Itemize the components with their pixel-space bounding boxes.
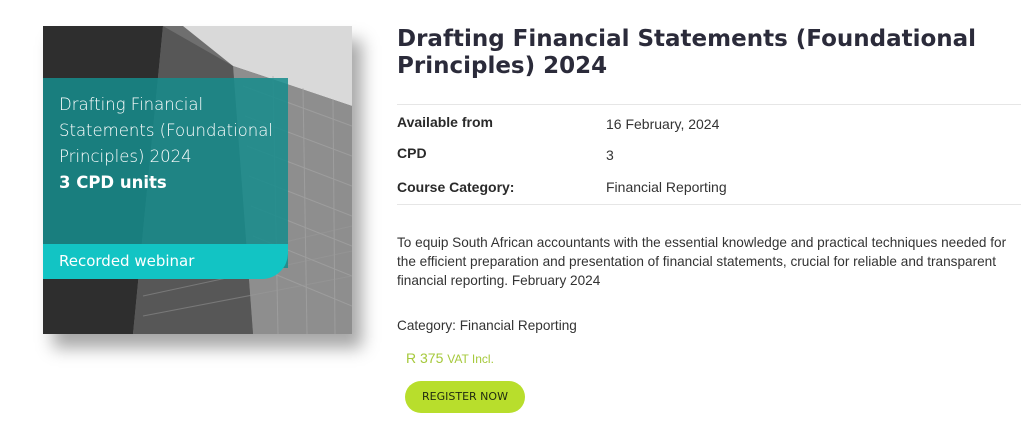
cover-title-line: Statements (Foundational bbox=[59, 121, 273, 140]
cover-title-line: Principles) 2024 bbox=[59, 147, 192, 166]
course-description: To equip South African accountants with … bbox=[397, 235, 1007, 288]
divider bbox=[397, 104, 1021, 105]
detail-label: Available from bbox=[397, 114, 493, 130]
course-title: Drafting Financial Statements (Foundatio… bbox=[397, 26, 977, 79]
detail-value: Financial Reporting bbox=[606, 179, 727, 195]
detail-label: CPD bbox=[397, 145, 427, 161]
cover-cpd-units: 3 CPD units bbox=[59, 173, 167, 192]
course-price: R 375 VAT Incl. bbox=[406, 350, 494, 366]
cover-title-text: Drafting Financial Statements (Foundatio… bbox=[59, 92, 289, 196]
detail-row-cpd: CPD 3 bbox=[397, 145, 1021, 167]
divider bbox=[397, 204, 1021, 205]
register-now-button[interactable]: REGISTER NOW bbox=[405, 381, 525, 413]
cover-format-label: Recorded webinar bbox=[43, 244, 288, 279]
price-amount: R 375 bbox=[406, 350, 444, 366]
price-vat-note: VAT Incl. bbox=[447, 352, 494, 366]
course-cover-image: Drafting Financial Statements (Foundatio… bbox=[43, 26, 352, 334]
detail-row-available-from: Available from 16 February, 2024 bbox=[397, 114, 1021, 136]
detail-value: 3 bbox=[606, 147, 614, 163]
detail-value: 16 February, 2024 bbox=[606, 116, 720, 132]
detail-label: Course Category: bbox=[397, 179, 515, 195]
detail-row-category: Course Category: Financial Reporting bbox=[397, 179, 1021, 201]
course-category-line: Category: Financial Reporting bbox=[397, 318, 577, 333]
cover-title-line: Drafting Financial bbox=[59, 95, 204, 114]
